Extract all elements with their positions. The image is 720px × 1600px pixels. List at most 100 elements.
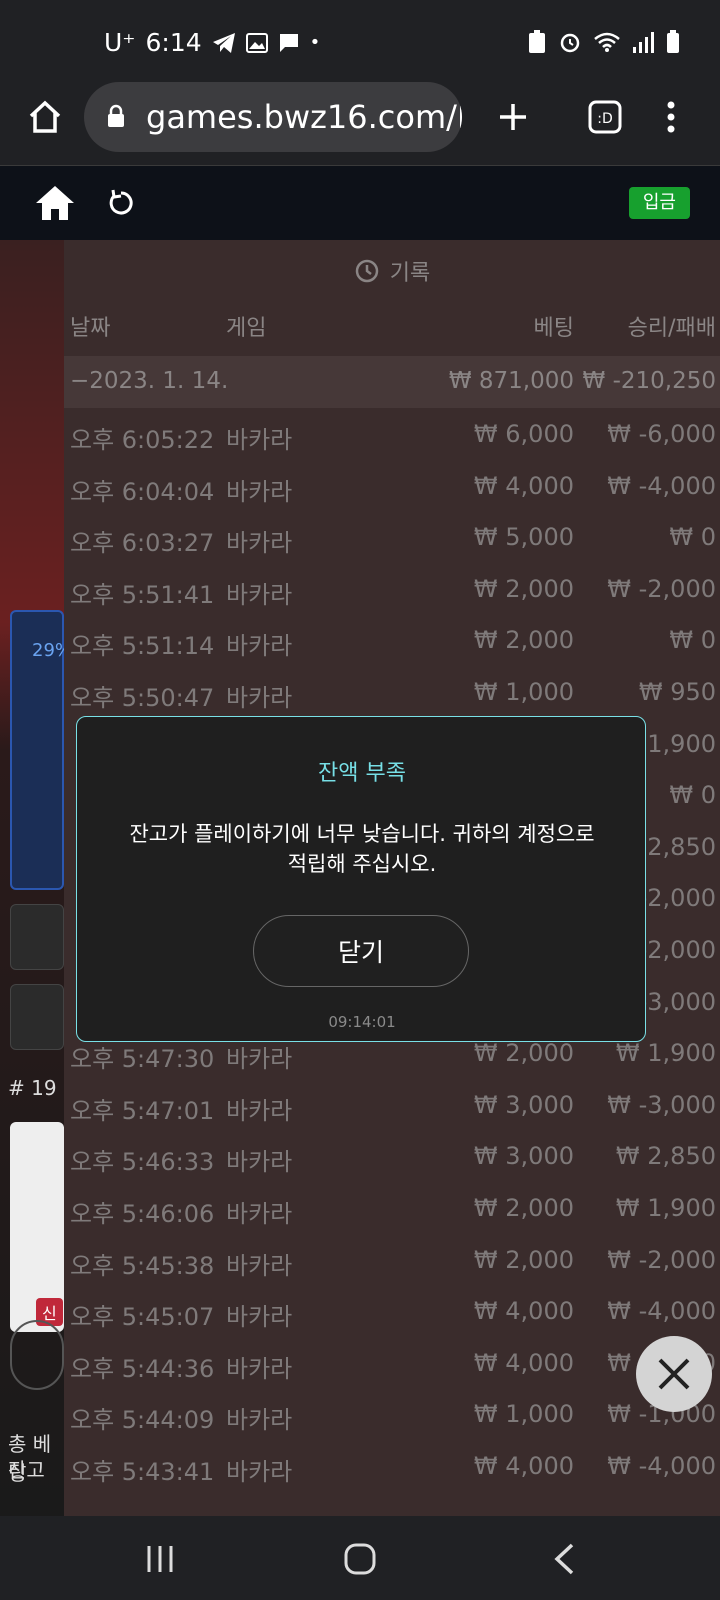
history-row[interactable]: 오후 6:03:27 바카라 ₩ 5,000 ₩ 0 (64, 511, 720, 563)
status-bar: U⁺ 6:14 • (0, 0, 720, 82)
back-icon (554, 1543, 574, 1575)
history-row[interactable]: 오후 5:50:47 바카라 ₩ 1,000 ₩ 950 (64, 666, 720, 718)
menu-button[interactable] (646, 92, 696, 142)
row-bet: ₩ 6,000 (473, 420, 574, 448)
row-win-loss: ₩ -4,000 (607, 1452, 716, 1480)
dialog-message: 잔고가 플레이하기에 너무 낮습니다. 귀하의 계정으로 적립해 주십시오. (129, 822, 595, 876)
row-win-loss: ₩ 0 (669, 781, 716, 810)
row-win-loss: 2,850 (647, 832, 716, 861)
row-bet: ₩ 4,000 (473, 1297, 574, 1326)
row-bet: ₩ 2,000 (473, 574, 574, 603)
address-bar[interactable]: games.bwz16.com/La (84, 82, 462, 152)
row-win-loss: ₩ -2,000 (607, 1245, 716, 1274)
home-button[interactable] (20, 92, 70, 142)
row-bet: ₩ 4,000 (473, 1452, 574, 1480)
recents-icon (147, 1546, 173, 1572)
history-row[interactable]: 오후 6:05:22 바카라 ₩ 6,000 ₩ -6,000 (64, 408, 720, 460)
row-bet: ₩ 1,000 (473, 1400, 574, 1429)
tabs-icon: :D (588, 100, 622, 134)
recents-button[interactable] (130, 1534, 190, 1584)
wifi-icon (594, 32, 620, 52)
row-time: 오후 6:04:04 (70, 477, 215, 506)
row-win-loss: -2,000 (638, 936, 716, 964)
row-win-loss: -3,000 (638, 987, 716, 1016)
tab-switcher-button[interactable]: :D (580, 92, 630, 142)
row-game: 바카라 (226, 426, 293, 454)
history-row[interactable]: 오후 5:43:41 바카라 ₩ 4,000 ₩ -4,000 (64, 1440, 720, 1492)
row-win-loss: -2,000 (638, 884, 716, 913)
history-row[interactable]: 오후 5:46:33 바카라 ₩ 3,000 ₩ 2,850 (64, 1130, 720, 1182)
close-panel-button[interactable] (636, 1336, 712, 1412)
row-time: 오후 5:44:09 (70, 1406, 215, 1435)
refresh-button[interactable] (98, 180, 144, 226)
row-time: 오후 5:51:41 (70, 580, 215, 609)
battery-icon (667, 30, 679, 53)
row-win-loss: ₩ -2,000 (607, 574, 716, 603)
row-win-loss: ₩ -4,000 (607, 471, 716, 500)
summary-row[interactable]: −2023. 1. 14. ₩ 871,000 ₩ -210,250 (64, 356, 720, 408)
left-button-2[interactable] (10, 984, 64, 1050)
history-title: 기록 (64, 240, 720, 302)
row-bet: ₩ 2,000 (473, 1194, 574, 1222)
row-bet: ₩ 3,000 (473, 1090, 574, 1119)
column-game: 게임 (226, 316, 267, 341)
row-bet: ₩ 4,000 (473, 471, 574, 500)
history-row[interactable]: 오후 5:45:38 바카라 ₩ 2,000 ₩ -2,000 (64, 1234, 720, 1286)
row-game: 바카라 (226, 1045, 293, 1074)
history-row[interactable]: 오후 5:51:41 바카라 ₩ 2,000 ₩ -2,000 (64, 563, 720, 615)
chip-button[interactable] (10, 1320, 64, 1390)
row-time: 오후 5:50:47 (70, 684, 215, 712)
row-bet: ₩ 5,000 (473, 523, 574, 552)
row-game: 바카라 (226, 580, 293, 609)
home-icon (36, 186, 74, 220)
row-game: 바카라 (226, 1458, 293, 1486)
message-icon (279, 33, 298, 52)
history-row[interactable]: 오후 5:45:07 바카라 ₩ 4,000 ₩ -4,000 (64, 1285, 720, 1337)
row-game: 바카라 (226, 477, 293, 506)
row-game: 바카라 (226, 529, 293, 558)
history-row[interactable]: 오후 5:44:09 바카라 ₩ 1,000 ₩ -1,000 (64, 1388, 720, 1440)
new-tab-button[interactable] (488, 92, 538, 142)
round-number: # 19 (8, 1076, 57, 1100)
lock-icon (108, 104, 124, 127)
back-button[interactable] (534, 1534, 594, 1584)
system-nav-bar (0, 1516, 720, 1600)
browser-toolbar: games.bwz16.com/La :D (0, 82, 720, 166)
row-bet: ₩ 4,000 (473, 1348, 574, 1377)
plus-icon (500, 104, 526, 130)
row-game: 바카라 (226, 1251, 293, 1280)
history-row[interactable]: 오후 5:51:14 바카라 ₩ 2,000 ₩ 0 (64, 614, 720, 666)
url-text: games.bwz16.com/La (146, 98, 462, 136)
row-time: 오후 5:45:38 (70, 1251, 215, 1280)
row-win-loss: ₩ -6,000 (607, 420, 716, 448)
row-time: 오후 5:47:01 (70, 1096, 215, 1125)
row-win-loss: ₩ 950 (638, 678, 716, 706)
row-bet: ₩ 3,000 (473, 1142, 574, 1171)
game-home-button[interactable] (30, 178, 80, 228)
row-time: 오후 5:51:14 (70, 632, 215, 661)
alarm-icon (560, 33, 580, 53)
row-time: 오후 5:46:33 (70, 1148, 215, 1177)
battery-saver-icon (529, 30, 545, 53)
row-game: 바카라 (226, 632, 293, 661)
column-bet: 베팅 (533, 316, 574, 341)
deposit-button[interactable]: 입금 (628, 187, 690, 219)
row-time: 오후 5:44:36 (70, 1354, 215, 1383)
row-bet: ₩ 2,000 (473, 626, 574, 655)
home-icon (29, 100, 61, 133)
history-row[interactable]: 오후 6:04:04 바카라 ₩ 4,000 ₩ -4,000 (64, 460, 720, 512)
history-row[interactable]: 오후 5:44:36바카라₩ 4,000₩ -4,000 (64, 1337, 720, 1389)
left-button-1[interactable] (10, 904, 64, 970)
row-bet: ₩ 2,000 (473, 1039, 574, 1068)
row-win-loss: ₩ 1,900 (615, 1039, 716, 1068)
game-header: 입금 (0, 166, 720, 240)
telegram-icon (212, 32, 235, 53)
dialog-timestamp: 09:14:01 (328, 1013, 396, 1031)
row-time: 오후 6:05:22 (70, 426, 215, 454)
home-nav-button[interactable] (330, 1532, 390, 1586)
history-row[interactable]: 오후 5:46:06 바카라 ₩ 2,000 ₩ 1,900 (64, 1182, 720, 1234)
dialog-close-button[interactable]: 닫기 (253, 915, 469, 987)
row-win-loss: ₩ 0 (669, 626, 716, 655)
game-background: 29% # 19 신 총 베팅 잔고 (0, 240, 64, 1516)
history-row[interactable]: 오후 5:47:01 바카라 ₩ 3,000 ₩ -3,000 (64, 1079, 720, 1131)
